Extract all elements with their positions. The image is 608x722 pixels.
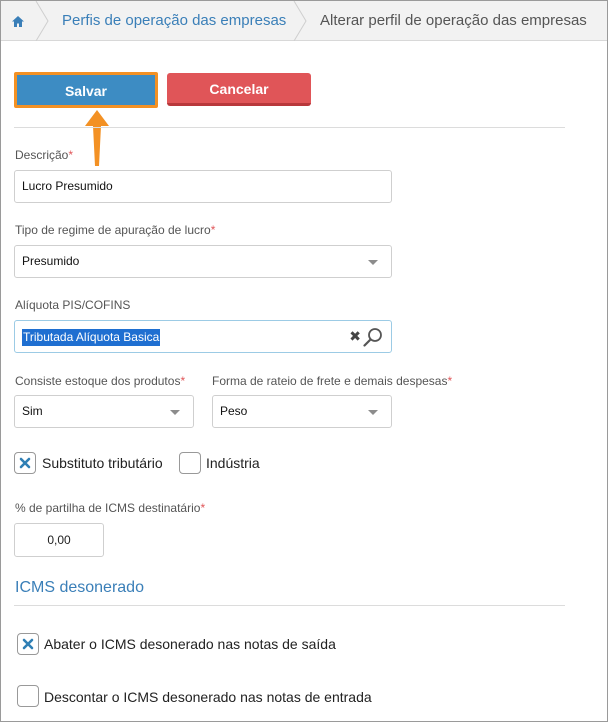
rateio-label: Forma de rateio de frete e demais despes… [212, 374, 453, 388]
estoque-label: Consiste estoque dos produtos* [15, 374, 186, 388]
partilha-input[interactable]: 0,00 [14, 523, 104, 557]
breadcrumb-current: Alterar perfil de operação das empresas [320, 12, 587, 29]
checkmark-x-icon [19, 457, 31, 469]
pointer-arrow-icon [85, 110, 109, 166]
partilha-label: % de partilha de ICMS destinatário* [15, 501, 206, 515]
industria-checkbox[interactable] [179, 452, 201, 474]
regime-label: Tipo de regime de apuração de lucro* [15, 223, 216, 237]
rateio-select-value: Peso [220, 404, 248, 418]
industria-label[interactable]: Indústria [206, 455, 260, 471]
regime-select[interactable]: Presumido [14, 245, 392, 278]
aliquota-select[interactable]: Tributada Alíquota Basica ✖ [14, 320, 392, 353]
checkmark-x-icon [22, 638, 34, 650]
search-icon[interactable] [363, 327, 383, 347]
chevron-down-icon [368, 260, 378, 265]
estoque-select[interactable]: Sim [14, 395, 194, 428]
close-icon[interactable]: ✖ [349, 328, 361, 344]
breadcrumb: Perfis de operação das empresas Alterar … [1, 1, 607, 41]
chevron-down-icon [170, 410, 180, 415]
regime-select-value: Presumido [22, 254, 80, 268]
descricao-label: Descrição* [15, 148, 74, 162]
save-button[interactable]: Salvar [14, 72, 158, 108]
window-frame [0, 0, 608, 722]
substituto-label[interactable]: Substituto tributário [42, 455, 163, 471]
chevron-down-icon [368, 410, 378, 415]
icms-section-title: ICMS desonerado [15, 579, 144, 596]
rateio-select[interactable]: Peso [212, 395, 392, 428]
substituto-checkbox[interactable] [14, 452, 36, 474]
divider [14, 127, 565, 128]
aliquota-select-value: Tributada Alíquota Basica [22, 329, 161, 346]
descricao-input[interactable]: Lucro Presumido [14, 170, 392, 203]
breadcrumb-separator [293, 1, 307, 41]
cancel-button[interactable]: Cancelar [167, 73, 311, 106]
abater-checkbox[interactable] [17, 633, 39, 655]
abater-label[interactable]: Abater o ICMS desonerado nas notas de sa… [44, 636, 336, 652]
aliquota-label: Alíquota PIS/COFINS [15, 298, 131, 312]
breadcrumb-separator [35, 1, 49, 41]
descontar-checkbox[interactable] [17, 685, 39, 707]
breadcrumb-link-perfis[interactable]: Perfis de operação das empresas [62, 1, 286, 41]
home-icon[interactable] [1, 1, 35, 41]
section-divider [14, 605, 565, 606]
descontar-label[interactable]: Descontar o ICMS desonerado nas notas de… [44, 689, 372, 705]
estoque-select-value: Sim [22, 404, 43, 418]
